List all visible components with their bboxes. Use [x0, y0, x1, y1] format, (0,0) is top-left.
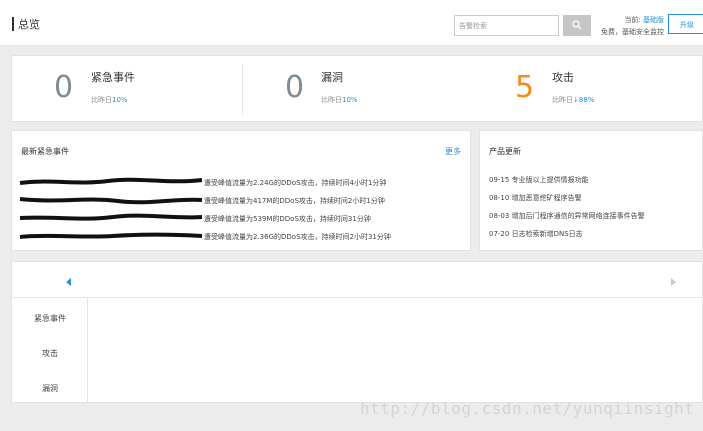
event-text: 遭受峰值流量为539M的DDoS攻击，持续时间31分钟	[204, 215, 371, 223]
panel-title: 最新紧急事件	[21, 147, 69, 156]
stat-value: 0	[54, 70, 74, 105]
update-item[interactable]: 08-03 增加后门程序通信的异常网络连接事件告警	[489, 211, 645, 221]
redaction-scribble	[19, 213, 203, 221]
upgrade-button[interactable]: 升级	[668, 14, 703, 34]
current-label: 当前:	[624, 16, 641, 24]
page-title: 总览	[18, 18, 40, 31]
stat-value: 5	[515, 70, 535, 105]
stat-value: 0	[285, 70, 305, 105]
stat-compare: 比昨日10%	[91, 96, 128, 104]
side-tab-vulnerabilities[interactable]: 漏洞	[12, 383, 88, 394]
watermark-text: http://blog.csdn.net/yunqiinsight	[360, 399, 695, 418]
search-button[interactable]	[563, 15, 591, 36]
title-accent-bar	[12, 17, 14, 31]
search-icon	[572, 20, 582, 30]
stat-label: 漏洞	[321, 71, 343, 84]
event-row[interactable]: 遭受峰值流量为2.36G的DDoS攻击，持续时间2小时31分钟	[18, 230, 458, 242]
redaction-scribble	[19, 232, 203, 239]
current-plan-desc: 免费，基础安全监控	[601, 28, 664, 36]
event-row[interactable]: 遭受峰值流量为417M的DDoS攻击，持续时间2小时1分钟	[18, 194, 458, 206]
side-tab-attacks[interactable]: 攻击	[12, 348, 88, 359]
alert-search-input[interactable]: 告警检索	[454, 15, 559, 36]
stat-urgent-events[interactable]: 0 紧急事件 比昨日10%	[12, 56, 242, 121]
more-link[interactable]: 更多	[445, 146, 461, 157]
stat-vulnerabilities[interactable]: 0 漏洞 比昨日10%	[243, 56, 473, 121]
event-text: 遭受峰值流量为2.36G的DDoS攻击，持续时间2小时31分钟	[204, 233, 391, 241]
stat-label: 紧急事件	[91, 71, 135, 84]
panel-title: 产品更新	[489, 147, 521, 156]
top-header: 总览 告警检索 当前: 基础版 免费，基础安全监控 升级	[0, 0, 703, 46]
latest-urgent-events-panel: 最新紧急事件 更多 遭受峰值流量为2.24G的DDoS攻击，持续时间4小时1分钟…	[11, 130, 471, 251]
stats-panel: 0 紧急事件 比昨日10% 0 漏洞 比昨日10% 5 攻击 比昨日↓88%	[11, 55, 703, 122]
arrow-left-icon[interactable]	[66, 278, 71, 286]
stat-attacks[interactable]: 5 攻击 比昨日↓88%	[473, 56, 703, 121]
update-item[interactable]: 09-15 专业版以上提供情报功能	[489, 175, 589, 185]
event-row[interactable]: 遭受峰值流量为2.24G的DDoS攻击，持续时间4小时1分钟	[18, 176, 458, 188]
redaction-scribble	[19, 177, 203, 185]
event-text: 遭受峰值流量为2.24G的DDoS攻击，持续时间4小时1分钟	[204, 179, 387, 187]
event-row[interactable]: 遭受峰值流量为539M的DDoS攻击，持续时间31分钟	[18, 212, 458, 224]
side-tab-urgent-events[interactable]: 紧急事件	[12, 313, 88, 324]
stat-label: 攻击	[552, 71, 574, 84]
current-plan: 当前: 基础版 免费，基础安全监控	[597, 14, 664, 38]
redaction-scribble	[19, 197, 203, 205]
stat-compare: 比昨日↓88%	[552, 96, 595, 104]
side-tabs: 紧急事件 攻击 漏洞	[12, 298, 88, 403]
product-updates-panel: 产品更新 09-15 专业版以上提供情报功能 08-10 增加恶意挖矿程序告警 …	[479, 130, 703, 251]
stat-compare: 比昨日10%	[321, 96, 358, 104]
event-text: 遭受峰值流量为417M的DDoS攻击，持续时间2小时1分钟	[204, 197, 385, 205]
detail-panel: 紧急事件 攻击 漏洞	[11, 261, 703, 403]
update-item[interactable]: 08-10 增加恶意挖矿程序告警	[489, 193, 582, 203]
tab-divider	[12, 297, 702, 298]
arrow-right-icon[interactable]	[671, 278, 676, 286]
update-item[interactable]: 07-20 日志检索新增DNS日志	[489, 229, 583, 239]
current-level-link[interactable]: 基础版	[643, 16, 664, 24]
